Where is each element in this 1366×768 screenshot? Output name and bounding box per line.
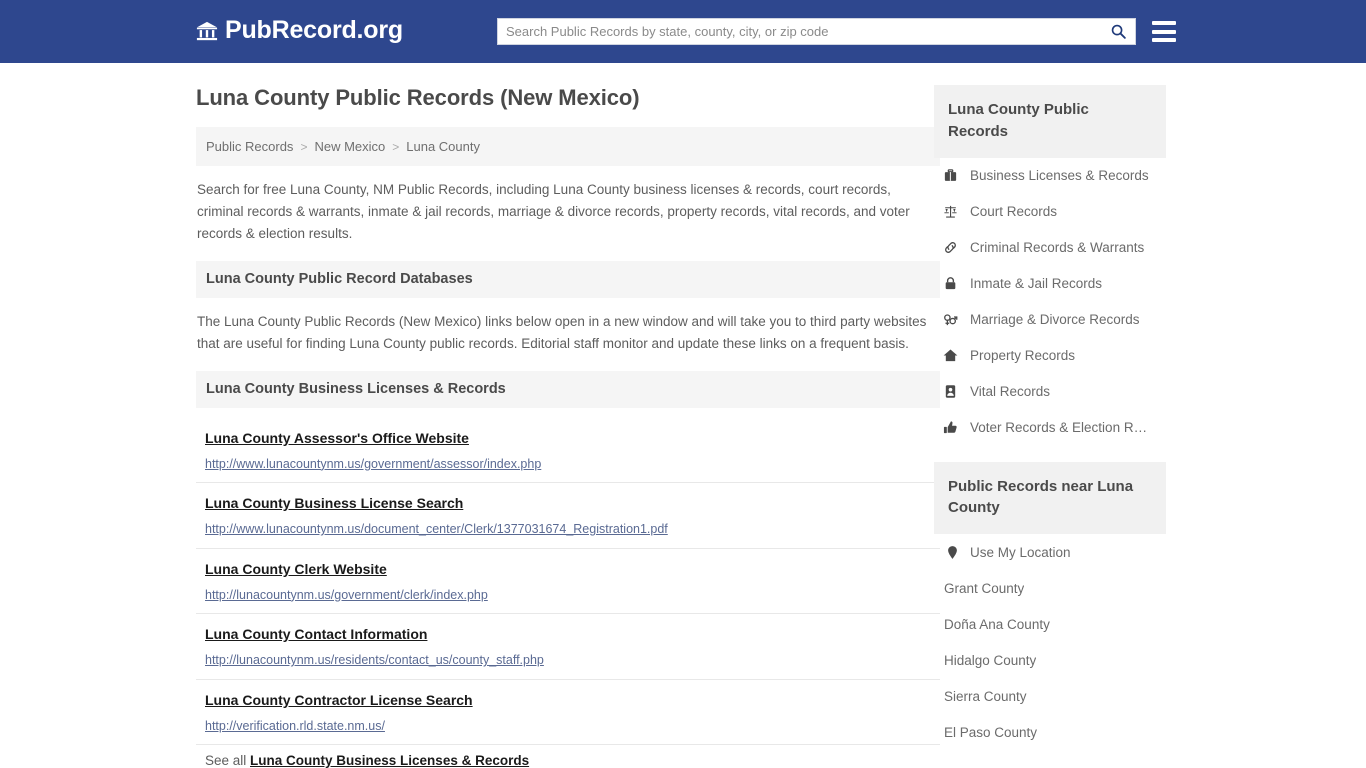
sidebar-item-hidalgo-county[interactable]: Hidalgo County xyxy=(934,642,1166,678)
record-links-list: Luna County Assessor's Office Website ht… xyxy=(196,418,940,768)
list-item: Luna County Contact Information http://l… xyxy=(196,614,940,680)
briefcase-icon xyxy=(942,168,958,184)
lock-icon xyxy=(942,276,958,292)
databases-description: The Luna County Public Records (New Mexi… xyxy=(197,313,927,351)
breadcrumb-item-public-records[interactable]: Public Records xyxy=(206,139,293,154)
breadcrumb-item-new-mexico[interactable]: New Mexico xyxy=(314,139,385,154)
sidebar-item-label: Sierra County xyxy=(944,688,1027,704)
databases-section-heading: Luna County Public Record Databases xyxy=(196,260,940,298)
list-item: Luna County Clerk Website http://lunacou… xyxy=(196,549,940,615)
intro-paragraph: Search for free Luna County, NM Public R… xyxy=(197,182,910,242)
record-link-url[interactable]: http://lunacountynm.us/government/clerk/… xyxy=(205,587,939,605)
list-item: Luna County Contractor License Search ht… xyxy=(196,680,940,746)
sidebar-item-label: Court Records xyxy=(970,204,1058,219)
sidebar-item-label: Voter Records & Election R… xyxy=(970,420,1148,435)
sidebar-item-vital-records[interactable]: Vital Records xyxy=(934,374,1166,410)
sidebar: Luna County Public Records Business Lice… xyxy=(934,85,1166,750)
list-item: Luna County Business License Search http… xyxy=(196,483,940,549)
chain-link-icon xyxy=(942,240,958,256)
sidebar-item-label: Vital Records xyxy=(970,384,1051,399)
list-item: Luna County Assessor's Office Website ht… xyxy=(196,418,940,484)
sidebar-item-business-licenses[interactable]: Business Licenses & Records xyxy=(934,158,1166,194)
record-link-title[interactable]: Luna County Assessor's Office Website xyxy=(205,428,469,449)
breadcrumb: Public Records > New Mexico > Luna Count… xyxy=(196,127,940,167)
breadcrumb-item-luna-county[interactable]: Luna County xyxy=(406,139,480,154)
sidebar-records-list: Business Licenses & Records Court Record… xyxy=(934,158,1166,446)
thumbs-up-icon xyxy=(942,420,958,436)
record-link-url[interactable]: http://www.lunacountynm.us/government/as… xyxy=(205,456,939,474)
home-icon xyxy=(942,348,958,364)
sidebar-item-dona-ana-county[interactable]: Doña Ana County xyxy=(934,606,1166,642)
record-link-title[interactable]: Luna County Business License Search xyxy=(205,493,463,514)
site-logo[interactable]: PubRecord.org xyxy=(196,18,403,43)
search-bar[interactable] xyxy=(497,18,1136,45)
sidebar-item-label: Use My Location xyxy=(970,544,1071,560)
map-pin-icon xyxy=(944,544,960,560)
breadcrumb-separator: > xyxy=(300,139,308,154)
sidebar-item-el-paso-county[interactable]: El Paso County xyxy=(934,714,1166,750)
sidebar-item-inmate-jail-records[interactable]: Inmate & Jail Records xyxy=(934,266,1166,302)
search-button[interactable] xyxy=(1101,19,1135,44)
sidebar-item-criminal-records[interactable]: Criminal Records & Warrants xyxy=(934,230,1166,266)
sidebar-item-label: Doña Ana County xyxy=(944,616,1050,632)
site-logo-text: PubRecord.org xyxy=(225,16,403,44)
balance-scale-icon xyxy=(942,204,958,220)
main-content: Luna County Public Records (New Mexico) … xyxy=(196,85,940,768)
record-link-url[interactable]: http://verification.rld.state.nm.us/ xyxy=(205,718,939,736)
top-navigation-bar: PubRecord.org xyxy=(0,0,1366,63)
sidebar-item-marriage-divorce-records[interactable]: Marriage & Divorce Records xyxy=(934,302,1166,338)
id-badge-icon xyxy=(942,384,958,400)
record-link-url[interactable]: http://www.lunacountynm.us/document_cent… xyxy=(205,521,939,539)
hamburger-menu-icon[interactable] xyxy=(1152,19,1176,44)
record-link-url[interactable]: http://lunacountynm.us/residents/contact… xyxy=(205,652,939,670)
see-all-link[interactable]: Luna County Business Licenses & Records xyxy=(250,753,529,768)
see-all-row: See all Luna County Business Licenses & … xyxy=(196,745,940,768)
sidebar-item-label: Grant County xyxy=(944,580,1025,596)
record-link-title[interactable]: Luna County Contractor License Search xyxy=(205,690,473,711)
sidebar-item-label: El Paso County xyxy=(944,724,1038,740)
sidebar-item-sierra-county[interactable]: Sierra County xyxy=(934,678,1166,714)
breadcrumb-separator: > xyxy=(392,139,400,154)
sidebar-item-label: Business Licenses & Records xyxy=(970,168,1149,183)
sidebar-item-voter-records[interactable]: Voter Records & Election R… xyxy=(934,410,1166,446)
sidebar-item-label: Inmate & Jail Records xyxy=(970,276,1103,291)
search-icon xyxy=(1110,23,1127,40)
search-input[interactable] xyxy=(498,19,1101,44)
bank-icon xyxy=(196,20,218,42)
record-link-title[interactable]: Luna County Clerk Website xyxy=(205,559,387,580)
sidebar-item-use-my-location[interactable]: Use My Location xyxy=(934,534,1166,570)
sidebar-item-grant-county[interactable]: Grant County xyxy=(934,570,1166,606)
sidebar-item-label: Marriage & Divorce Records xyxy=(970,312,1140,327)
sidebar-item-property-records[interactable]: Property Records xyxy=(934,338,1166,374)
sidebar-near-heading: Public Records near Luna County xyxy=(934,461,1166,534)
sidebar-near-list: Use My Location Grant County Doña Ana Co… xyxy=(934,534,1166,750)
record-link-title[interactable]: Luna County Contact Information xyxy=(205,624,427,645)
page-title: Luna County Public Records (New Mexico) xyxy=(196,85,640,110)
business-licenses-section-heading: Luna County Business Licenses & Records xyxy=(196,370,940,408)
see-all-prefix: See all xyxy=(205,753,251,768)
sidebar-records-heading: Luna County Public Records xyxy=(934,85,1166,158)
sidebar-item-label: Hidalgo County xyxy=(944,652,1037,668)
sidebar-item-court-records[interactable]: Court Records xyxy=(934,194,1166,230)
sidebar-item-label: Property Records xyxy=(970,348,1076,363)
sidebar-item-label: Criminal Records & Warrants xyxy=(970,240,1145,255)
venus-mars-icon xyxy=(942,312,958,328)
